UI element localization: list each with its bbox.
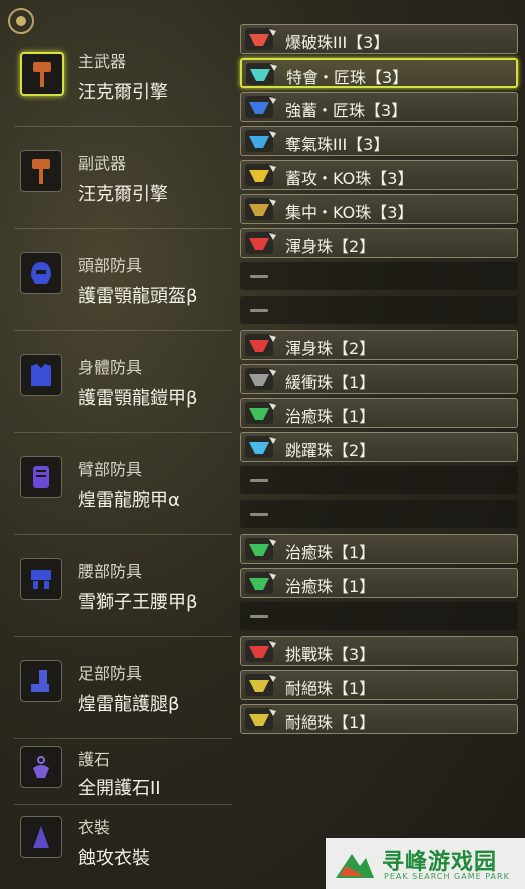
slot-mantle[interactable]: 衣裝 蝕攻衣裝	[14, 804, 232, 876]
decoration-gem-icon	[245, 130, 276, 152]
slot-equipment-name: 護雷顎龍鎧甲β	[78, 388, 198, 409]
slot-body-armor[interactable]: 身體防具 護雷顎龍鎧甲β	[14, 330, 232, 433]
decoration-name: 治癒珠【1】	[285, 577, 376, 596]
waist-armor-icon	[20, 558, 62, 600]
decoration-name: 耐絕珠【1】	[285, 713, 376, 732]
slot-sub-weapon[interactable]: 副武器 汪克爾引擎	[14, 126, 232, 229]
decoration-name: 強蓄・匠珠【3】	[285, 101, 408, 120]
decoration-name: 蓄攻・KO珠【3】	[285, 169, 414, 188]
slot-equipment-name: 全開護石II	[78, 778, 161, 799]
slot-equipment-name: 護雷顎龍頭盔β	[78, 286, 198, 307]
decoration-gem-icon	[245, 164, 276, 186]
slot-type-label: 副武器	[78, 154, 127, 173]
slot-head-armor[interactable]: 頭部防具 護雷顎龍頭盔β	[14, 228, 232, 331]
slot-type-label: 衣裝	[78, 818, 111, 837]
decoration-slot[interactable]: 跳躍珠【2】	[240, 432, 518, 462]
decoration-name: 耐絕珠【1】	[285, 679, 376, 698]
decoration-name: 特會・匠珠【3】	[286, 68, 409, 87]
empty-slot-dash-icon	[250, 513, 268, 516]
hammer-icon	[20, 52, 64, 96]
decoration-gem-icon	[245, 708, 276, 730]
slot-type-label: 臂部防具	[78, 460, 143, 479]
empty-slot-dash-icon	[250, 275, 268, 278]
slot-equipment-name: 汪克爾引擎	[78, 82, 168, 103]
gauntlet-icon	[20, 456, 62, 498]
decoration-gem-icon	[245, 334, 276, 356]
decoration-slot[interactable]: 集中・KO珠【3】	[240, 194, 518, 224]
decoration-slots: 爆破珠III【3】 特會・匠珠【3】 強蓄・匠珠【3】 奪氣珠III【3】蓄攻・KO珠…	[236, 0, 525, 889]
decoration-gem-icon	[245, 96, 276, 118]
peak-logo-icon	[336, 854, 374, 878]
slot-waist-armor[interactable]: 腰部防具 雪獅子王腰甲β	[14, 534, 232, 637]
decoration-name: 跳躍珠【2】	[285, 441, 376, 460]
slot-type-label: 腰部防具	[78, 562, 143, 581]
decoration-slot[interactable]: 耐絕珠【1】	[240, 704, 518, 734]
mantle-icon	[20, 816, 62, 858]
helmet-icon	[20, 252, 62, 294]
decoration-slot[interactable]: 治癒珠【1】	[240, 534, 518, 564]
empty-decoration-slot[interactable]	[240, 296, 518, 324]
decoration-gem-icon	[246, 63, 277, 85]
decoration-slot[interactable]: 挑戰珠【3】	[240, 636, 518, 666]
watermark-subtitle: PEAK SEARCH GAME PARK	[384, 872, 510, 881]
slot-equipment-name: 雪獅子王腰甲β	[78, 592, 198, 613]
decoration-name: 奪氣珠III【3】	[285, 135, 390, 154]
hammer-icon	[20, 150, 62, 192]
slot-leg-armor[interactable]: 足部防具 煌雷龍護腿β	[14, 636, 232, 739]
decoration-slot[interactable]: 蓄攻・KO珠【3】	[240, 160, 518, 190]
charm-icon	[20, 746, 62, 788]
decoration-name: 挑戰珠【3】	[285, 645, 376, 664]
decoration-name: 集中・KO珠【3】	[285, 203, 414, 222]
decoration-slot[interactable]: 爆破珠III【3】	[240, 24, 518, 54]
decoration-name: 治癒珠【1】	[285, 407, 376, 426]
slot-main-weapon[interactable]: 主武器 汪克爾引擎	[14, 38, 232, 127]
decoration-slot[interactable]: 緩衝珠【1】	[240, 364, 518, 394]
decoration-gem-icon	[245, 232, 276, 254]
decoration-slot[interactable]: 強蓄・匠珠【3】	[240, 92, 518, 122]
empty-decoration-slot[interactable]	[240, 500, 518, 528]
slot-type-label: 頭部防具	[78, 256, 143, 275]
leg-armor-icon	[20, 660, 62, 702]
decoration-gem-icon	[245, 640, 276, 662]
slot-equipment-name: 汪克爾引擎	[78, 184, 168, 205]
decoration-name: 緩衝珠【1】	[285, 373, 376, 392]
decoration-slot[interactable]: 治癒珠【1】	[240, 568, 518, 598]
decoration-gem-icon	[245, 572, 276, 594]
decoration-gem-icon	[245, 538, 276, 560]
decoration-name: 渾身珠【2】	[285, 237, 376, 256]
slot-type-label: 身體防具	[78, 358, 143, 377]
decoration-name: 治癒珠【1】	[285, 543, 376, 562]
decoration-slot[interactable]: 渾身珠【2】	[240, 228, 518, 258]
decoration-gem-icon	[245, 436, 276, 458]
empty-slot-dash-icon	[250, 615, 268, 618]
empty-slot-dash-icon	[250, 479, 268, 482]
slot-type-label: 主武器	[78, 52, 127, 71]
decoration-name: 渾身珠【2】	[285, 339, 376, 358]
slot-type-label: 足部防具	[78, 664, 143, 683]
chest-armor-icon	[20, 354, 62, 396]
slot-equipment-name: 煌雷龍腕甲α	[78, 490, 180, 511]
slot-equipment-name: 煌雷龍護腿β	[78, 694, 180, 715]
slot-arm-armor[interactable]: 臂部防具 煌雷龍腕甲α	[14, 432, 232, 535]
decoration-gem-icon	[245, 368, 276, 390]
decoration-gem-icon	[245, 402, 276, 424]
decoration-slot[interactable]: 渾身珠【2】	[240, 330, 518, 360]
decoration-gem-icon	[245, 674, 276, 696]
equipment-list: 主武器 汪克爾引擎 副武器 汪克爾引擎 頭部防具 護雷顎龍頭盔β 身體防具 護雷…	[0, 0, 235, 889]
empty-slot-dash-icon	[250, 309, 268, 312]
empty-decoration-slot[interactable]	[240, 262, 518, 290]
decoration-gem-icon	[245, 28, 276, 50]
slot-type-label: 護石	[78, 750, 111, 769]
watermark: 寻峰游戏园 PEAK SEARCH GAME PARK	[326, 838, 525, 889]
decoration-slot[interactable]: 奪氣珠III【3】	[240, 126, 518, 156]
decoration-slot[interactable]: 治癒珠【1】	[240, 398, 518, 428]
decoration-slot[interactable]: 耐絕珠【1】	[240, 670, 518, 700]
decoration-name: 爆破珠III【3】	[285, 33, 390, 52]
slot-charm[interactable]: 護石 全開護石II	[14, 738, 232, 805]
decoration-gem-icon	[245, 198, 276, 220]
empty-decoration-slot[interactable]	[240, 466, 518, 494]
slot-equipment-name: 蝕攻衣裝	[78, 848, 150, 869]
empty-decoration-slot[interactable]	[240, 602, 518, 630]
decoration-slot[interactable]: 特會・匠珠【3】	[240, 58, 518, 88]
